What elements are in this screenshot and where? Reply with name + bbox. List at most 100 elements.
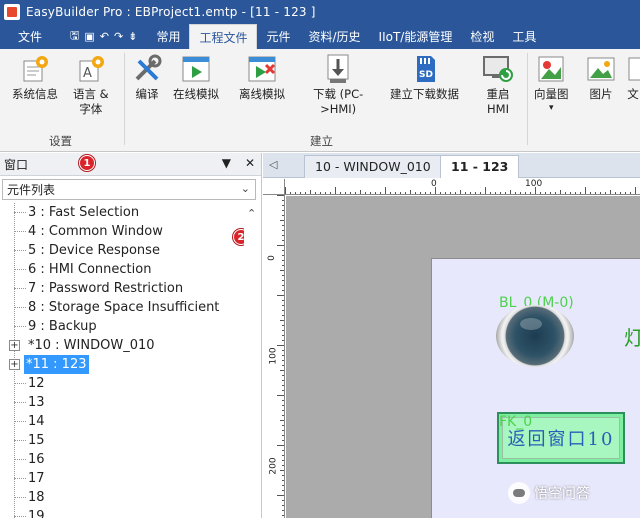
undo-icon[interactable]: ↶: [100, 30, 109, 43]
tree-item-label: 13: [28, 395, 45, 410]
online-simulation-button[interactable]: 在线模拟: [173, 53, 219, 102]
expand-plus-icon[interactable]: +: [9, 340, 20, 351]
download-icon: [322, 53, 354, 85]
tree-scrollbar[interactable]: ⌃: [244, 203, 261, 518]
tree-item[interactable]: 3 : Fast Selection: [0, 203, 244, 222]
picture-icon: [585, 53, 617, 85]
group-separator: [124, 53, 125, 145]
ruler-label: 100: [525, 179, 543, 189]
tree-item-label: 14: [28, 414, 45, 429]
ruler-label: 0: [266, 255, 277, 261]
customize-dropdown-icon[interactable]: ⇟: [128, 30, 137, 43]
chevron-down-icon: ⌄: [240, 182, 250, 195]
tree-connector: [14, 421, 26, 422]
download-label-1: 下载 (PC-: [313, 87, 364, 101]
compile-button[interactable]: 编译: [131, 53, 163, 102]
tree-item-label: *11 : 123: [24, 355, 89, 374]
vector-graphic-button[interactable]: 向量图 ▾: [534, 53, 569, 114]
tree-connector: [14, 307, 26, 308]
tab-iiot[interactable]: IIoT/能源管理: [370, 24, 462, 49]
panel-dropdown-icon[interactable]: ▼: [222, 156, 231, 170]
restart-hmi-button[interactable]: 重启 HMI: [482, 53, 514, 117]
partial-text-object[interactable]: 灯: [624, 322, 640, 351]
text-icon: [626, 53, 640, 85]
tree-item[interactable]: 15: [0, 431, 244, 450]
tree-item[interactable]: 19: [0, 507, 244, 518]
tree-item[interactable]: 17: [0, 469, 244, 488]
offline-simulation-button[interactable]: 离线模拟: [239, 53, 285, 102]
save-all-icon[interactable]: ▣: [84, 30, 94, 43]
tab-file[interactable]: 文件: [0, 24, 56, 49]
tree-item[interactable]: 8 : Storage Space Insufficient: [0, 298, 244, 317]
tab-scroll-left-icon[interactable]: ◁: [269, 158, 277, 171]
tab-common[interactable]: 常用: [147, 24, 189, 49]
window-panel-title: 窗口: [4, 157, 29, 172]
tree-connector: [14, 250, 26, 251]
window-title: EasyBuilder Pro : EBProject1.emtp - [11 …: [26, 5, 316, 19]
expand-plus-icon[interactable]: +: [9, 359, 20, 370]
tree-connector: [14, 478, 26, 479]
tree-item-label: 16: [28, 452, 45, 467]
restart-hmi-label-2: HMI: [487, 102, 509, 116]
download-label-2: >HMI): [320, 102, 357, 116]
tree-item[interactable]: 14: [0, 412, 244, 431]
build-download-data-button[interactable]: SD 建立下载数据: [390, 53, 459, 102]
tab-inspect[interactable]: 检视: [461, 24, 503, 49]
tree-item[interactable]: 12: [0, 374, 244, 393]
tab-window-11[interactable]: 11 - 123: [440, 155, 520, 178]
system-info-button[interactable]: 系统信息: [12, 53, 58, 102]
build-download-data-label: 建立下载数据: [390, 87, 459, 101]
tree-item-label: 17: [28, 471, 45, 486]
window-list-select-value: 元件列表: [7, 183, 56, 197]
tree-item[interactable]: 16: [0, 450, 244, 469]
tab-data-history[interactable]: 资料/历史: [300, 24, 370, 49]
chevron-down-icon[interactable]: ▾: [549, 102, 554, 114]
tab-tools[interactable]: 工具: [503, 24, 545, 49]
online-simulation-icon: [180, 53, 212, 85]
picture-label: 图片: [589, 87, 613, 101]
redo-icon[interactable]: ↷: [114, 30, 123, 43]
watermark-logo-icon: [508, 482, 530, 504]
language-font-icon: A: [75, 53, 107, 85]
tree-connector: [14, 288, 26, 289]
vertical-ruler: 0 100 200: [263, 195, 285, 518]
tree-connector: [14, 326, 26, 327]
window-list-select[interactable]: 元件列表 ⌄: [2, 179, 256, 200]
tree-item[interactable]: 7 : Password Restriction: [0, 279, 244, 298]
language-font-label-2: 字体: [79, 102, 103, 116]
download-button[interactable]: 下载 (PC- >HMI): [313, 53, 363, 117]
tree-item-label: 19: [28, 509, 45, 518]
tree-item[interactable]: 6 : HMI Connection: [0, 260, 244, 279]
close-icon[interactable]: ✕: [245, 156, 255, 170]
tree-connector: [14, 402, 26, 403]
restart-hmi-label-1: 重启: [486, 87, 510, 101]
ruler-label: 0: [431, 179, 437, 189]
tab-window-10[interactable]: 10 - WINDOW_010: [304, 155, 442, 178]
watermark: 悟空问答: [508, 482, 590, 504]
bit-lamp-object[interactable]: [496, 305, 574, 367]
text-button[interactable]: 文: [626, 53, 640, 102]
tree-item[interactable]: 5 : Device Response: [0, 241, 244, 260]
bit-lamp-highlight: [520, 318, 542, 330]
tree-item[interactable]: + *11 : 123: [0, 355, 244, 374]
tree-item-label: 7 : Password Restriction: [28, 281, 184, 296]
language-font-button[interactable]: A 语言 & 字体: [73, 53, 109, 117]
tree-connector: [14, 231, 26, 232]
tree-item[interactable]: 18: [0, 488, 244, 507]
tree-item[interactable]: 4 : Common Window: [0, 222, 244, 241]
tree-item-label: 8 : Storage Space Insufficient: [28, 300, 220, 315]
tree-item[interactable]: 9 : Backup: [0, 317, 244, 336]
tab-parts[interactable]: 元件: [257, 24, 299, 49]
picture-button[interactable]: 图片: [585, 53, 617, 102]
save-icon[interactable]: 🖫: [70, 27, 79, 46]
tree-item[interactable]: 13: [0, 393, 244, 412]
tree-item-label: 4 : Common Window: [28, 224, 163, 239]
scroll-up-icon[interactable]: ⌃: [247, 207, 256, 220]
group-label-build: 建立: [310, 134, 333, 148]
tree-item[interactable]: + *10 : WINDOW_010: [0, 336, 244, 355]
system-info-icon: [19, 53, 51, 85]
function-key-label: FK_0: [499, 414, 533, 430]
tree-connector: [14, 440, 26, 441]
tab-project-file[interactable]: 工程文件: [189, 24, 258, 49]
tree-item-label: 15: [28, 433, 45, 448]
